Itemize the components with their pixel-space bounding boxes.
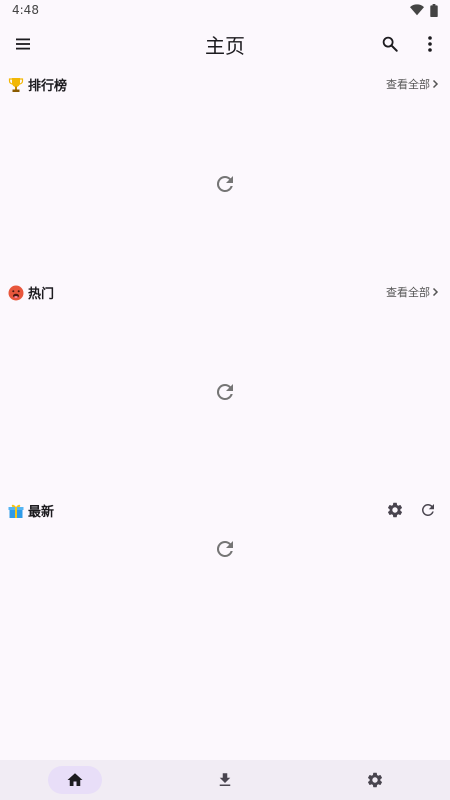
refresh-icon [421,504,434,516]
settings-icon [367,772,383,788]
hot-face-icon [8,285,24,300]
section-title-label: 排行榜 [28,79,68,94]
view-all-hot-link[interactable]: 查看全部 [386,284,440,300]
section-title-rankings: 排行榜 [8,75,67,94]
nav-settings[interactable] [348,766,402,794]
bottom-navigation [0,760,450,800]
more-options-button[interactable] [410,24,450,64]
view-all-rankings-link[interactable]: 查看全部 [386,76,440,92]
download-icon [219,773,231,786]
latest-refresh-button[interactable] [415,497,441,523]
section-header-rankings: 排行榜 查看全部 [0,72,450,96]
section-title-label: 最新 [28,505,55,520]
status-bar: 4:48 [0,0,450,20]
hot-reload-icon[interactable] [213,380,237,404]
view-all-label: 查看全部 [386,286,430,299]
more-vert-icon [428,36,432,52]
nav-home[interactable] [48,766,102,794]
chevron-right-icon [432,287,439,297]
section-title-label: 热门 [28,287,55,302]
wifi-icon [410,4,424,16]
chevron-right-icon [432,79,439,89]
trophy-icon [8,77,24,92]
search-icon [382,36,398,52]
latest-settings-button[interactable] [382,497,408,523]
home-icon [67,773,83,786]
section-header-hot: 热门 查看全部 [0,280,450,304]
section-title-hot: 热门 [8,283,54,302]
app-bar: 主页 [0,20,450,68]
status-time: 4:48 [12,3,39,17]
status-icons [410,3,438,17]
rankings-reload-icon[interactable] [213,172,237,196]
view-all-label: 查看全部 [386,78,430,91]
gift-icon [8,504,24,518]
search-button[interactable] [370,24,410,64]
nav-downloads[interactable] [198,766,252,794]
latest-reload-icon[interactable] [213,537,237,561]
settings-icon [387,502,403,518]
battery-icon [430,3,438,17]
section-header-latest: 最新 [0,498,450,522]
section-title-latest: 最新 [8,501,54,520]
